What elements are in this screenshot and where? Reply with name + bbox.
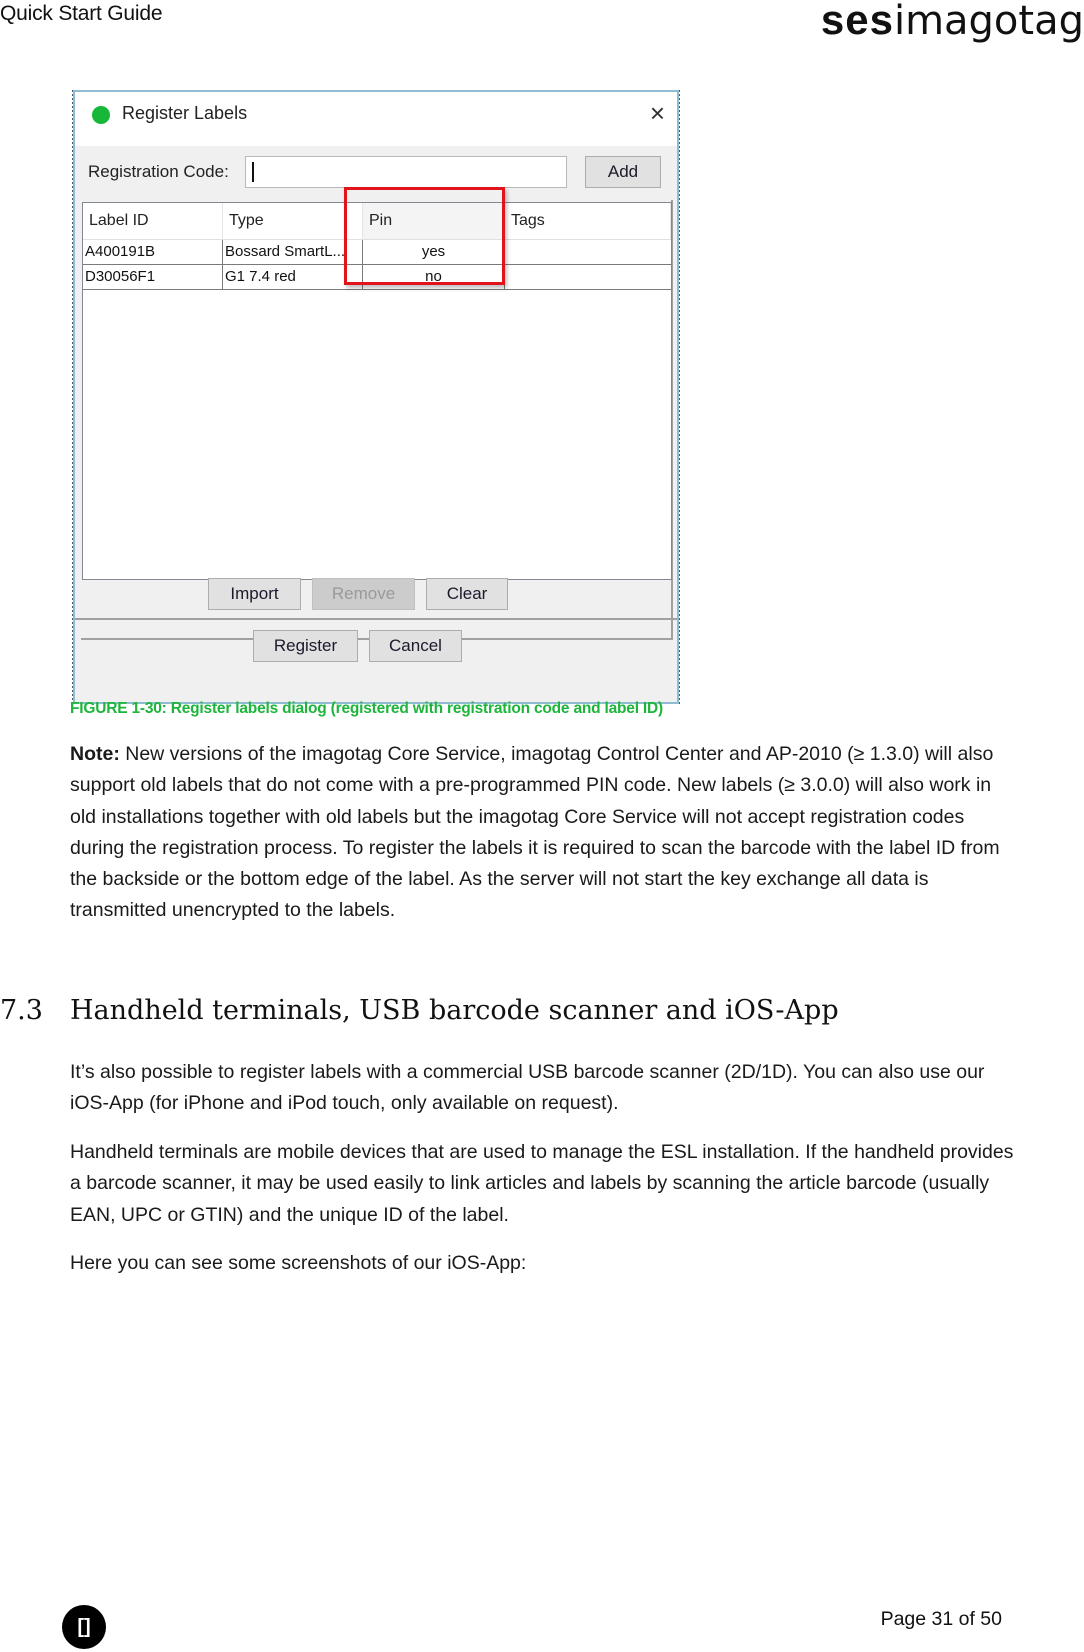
column-header-tags[interactable]: Tags xyxy=(505,203,671,239)
figure-caption: FIGURE 1-30: Register labels dialog (reg… xyxy=(70,700,663,717)
pin-column-highlight xyxy=(344,187,505,285)
cell-label-id: A400191B xyxy=(83,240,223,264)
page-number: Page 31 of 50 xyxy=(880,1608,1002,1630)
body-paragraph: Handheld terminals are mobile devices th… xyxy=(70,1141,1014,1226)
body-paragraph: Here you can see some screenshots of our… xyxy=(70,1252,527,1274)
document-title: Quick Start Guide xyxy=(0,2,163,25)
row-divider xyxy=(83,289,671,290)
registration-code-input[interactable] xyxy=(245,156,567,188)
text-caret xyxy=(252,162,254,182)
registration-code-label: Registration Code: xyxy=(88,162,229,181)
note-lead: Note: xyxy=(70,743,120,765)
logo-bold-text: ses xyxy=(820,0,894,43)
dialog-title: Register Labels xyxy=(122,103,248,123)
panel-divider xyxy=(75,618,677,620)
register-labels-dialog: Register Labels × Registration Code: Add… xyxy=(73,90,679,704)
close-icon[interactable]: × xyxy=(650,98,665,128)
cancel-button[interactable]: Cancel xyxy=(369,630,462,662)
cell-type: Bossard SmartL... xyxy=(223,240,363,264)
remove-button[interactable]: Remove xyxy=(312,578,415,610)
footer-bracket-icon: [] xyxy=(62,1605,106,1649)
logo-light-text: imagotag xyxy=(893,0,1084,44)
column-header-label-id[interactable]: Label ID xyxy=(83,203,223,239)
note-paragraph: Note: New versions of the imagotag Core … xyxy=(70,739,1015,927)
add-button[interactable]: Add xyxy=(585,156,661,188)
clear-button[interactable]: Clear xyxy=(426,578,508,610)
section-heading: 7.3 Handheld terminals, USB barcode scann… xyxy=(0,995,839,1026)
cell-tags xyxy=(505,265,671,289)
cell-tags xyxy=(505,240,671,264)
cell-type: G1 7.4 red xyxy=(223,265,363,289)
status-dot-icon xyxy=(92,106,110,124)
column-header-type[interactable]: Type xyxy=(223,203,363,239)
section-number: 7.3 xyxy=(0,995,43,1026)
dialog-titlebar: Register Labels × xyxy=(75,92,677,146)
note-text: New versions of the imagotag Core Servic… xyxy=(70,743,1000,922)
section-title: Handheld terminals, USB barcode scanner … xyxy=(70,995,839,1026)
ses-imagotag-logo: sesimagotag xyxy=(821,0,1084,45)
cell-label-id: D30056F1 xyxy=(83,265,223,289)
import-button[interactable]: Import xyxy=(208,578,301,610)
register-button[interactable]: Register xyxy=(253,630,358,662)
body-paragraph: It’s also possible to register labels wi… xyxy=(70,1061,985,1115)
